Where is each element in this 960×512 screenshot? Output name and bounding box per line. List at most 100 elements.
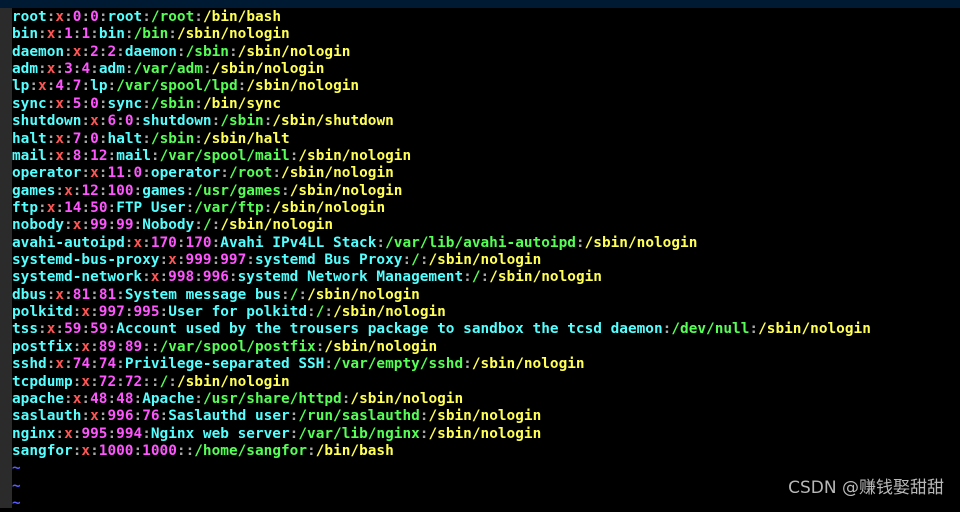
- field-separator: :: [211, 252, 221, 269]
- gecos-field: mail: [116, 147, 151, 164]
- field-separator: :: [324, 356, 334, 373]
- field-separator: :: [142, 165, 151, 182]
- field-separator: :: [307, 442, 316, 459]
- field-separator: :: [281, 286, 290, 303]
- field-separator: :: [64, 78, 73, 95]
- gid-field: 996: [202, 269, 229, 286]
- home-dir-field: /sbin: [150, 130, 195, 147]
- home-dir-field: /var/lib/nginx: [298, 425, 420, 442]
- uid-field: 12: [81, 182, 99, 199]
- gid-field: 0: [90, 130, 99, 147]
- watermark: CSDN @赚钱娶甜甜: [788, 478, 944, 498]
- home-dir-field: /: [411, 252, 420, 269]
- field-separator: :: [298, 286, 308, 303]
- field-separator: :: [150, 373, 160, 390]
- password-field: x: [133, 234, 143, 251]
- vim-editor-buffer[interactable]: root:x:0:0:root:/root:/bin/bash bin:x:1:1…: [12, 9, 960, 512]
- gecos-field: systemd Network Management: [237, 269, 464, 286]
- uid-field: 59: [64, 321, 82, 338]
- shell-field: /sbin/nologin: [428, 408, 542, 425]
- editor-gutter: [0, 8, 12, 508]
- field-separator: :: [176, 252, 186, 269]
- home-dir-field: /var/spool/postfix: [159, 338, 316, 355]
- shell-field: /sbin/nologin: [333, 304, 446, 321]
- field-separator: :: [38, 321, 47, 338]
- field-separator: :: [211, 234, 221, 251]
- uid-field: 997: [98, 304, 125, 321]
- gid-field: 50: [90, 199, 108, 216]
- shell-field: /sbin/nologin: [428, 425, 542, 442]
- field-separator: :: [176, 442, 186, 459]
- uid-field: 996: [107, 408, 134, 425]
- field-separator: :: [116, 43, 125, 60]
- passwd-line: lp:x:4:7:lp:/var/spool/lpd:/sbin/nologin: [12, 78, 960, 95]
- password-field: x: [81, 373, 91, 390]
- uid-field: 48: [90, 390, 108, 407]
- field-separator: :: [64, 43, 73, 60]
- passwd-line: apache:x:48:48:Apache:/usr/share/httpd:/…: [12, 391, 960, 408]
- passwd-line: tcpdump:x:72:72::/:/sbin/nologin: [12, 374, 960, 391]
- home-dir-field: /root: [228, 165, 273, 182]
- field-separator: :: [90, 304, 99, 321]
- field-separator: :: [272, 165, 282, 182]
- username-field: polkitd: [12, 304, 73, 321]
- passwd-line: tss:x:59:59:Account used by the trousers…: [12, 321, 960, 338]
- field-separator: :: [81, 321, 91, 338]
- uid-field: 99: [90, 217, 108, 234]
- home-dir-field: /run/saslauthd: [298, 408, 420, 425]
- field-separator: :: [575, 234, 585, 251]
- shell-field: /sbin/nologin: [298, 147, 412, 164]
- password-field: x: [55, 286, 65, 303]
- shell-field: /sbin/nologin: [211, 61, 325, 78]
- passwd-line: dbus:x:81:81:System message bus:/:/sbin/…: [12, 287, 960, 304]
- field-separator: :: [194, 217, 203, 234]
- password-field: x: [81, 442, 91, 459]
- field-separator: :: [185, 442, 195, 459]
- field-separator: :: [142, 373, 151, 390]
- field-separator: :: [64, 356, 73, 373]
- password-field: x: [55, 356, 65, 373]
- field-separator: :: [116, 286, 125, 303]
- field-separator: :: [168, 26, 177, 43]
- uid-field: 4: [55, 78, 65, 95]
- uid-field: 3: [64, 61, 73, 78]
- shell-field: /sbin/nologin: [220, 217, 334, 234]
- field-separator: :: [228, 43, 238, 60]
- uid-field: 89: [98, 338, 117, 355]
- gecos-field: Nobody: [142, 217, 195, 234]
- shell-field: /sbin/nologin: [428, 252, 542, 269]
- uid-field: 14: [64, 199, 82, 216]
- passwd-line: adm:x:3:4:adm:/var/adm:/sbin/nologin: [12, 61, 960, 78]
- field-separator: :: [376, 234, 386, 251]
- gid-field: 1: [81, 26, 91, 43]
- gid-field: 81: [98, 286, 117, 303]
- passwd-line: systemd-network:x:998:996:systemd Networ…: [12, 269, 960, 286]
- passwd-line: shutdown:x:6:0:shutdown:/sbin:/sbin/shut…: [12, 113, 960, 130]
- field-separator: :: [90, 26, 99, 43]
- passwd-line: sync:x:5:0:sync:/sbin:/bin/sync: [12, 96, 960, 113]
- gid-field: 48: [116, 390, 134, 407]
- passwd-line: ftp:x:14:50:FTP User:/var/ftp:/sbin/nolo…: [12, 200, 960, 217]
- field-separator: :: [480, 269, 490, 286]
- uid-field: 995: [81, 425, 108, 442]
- passwd-line: operator:x:11:0:operator:/root:/sbin/nol…: [12, 165, 960, 182]
- gecos-field: Account used by the trousers package to …: [116, 321, 663, 338]
- gid-field: 0: [133, 165, 143, 182]
- field-separator: :: [38, 199, 47, 216]
- username-field: nobody: [12, 217, 65, 234]
- password-field: x: [55, 130, 65, 147]
- gecos-field: Privilege-separated SSH: [124, 356, 325, 373]
- home-dir-field: /var/adm: [133, 61, 203, 78]
- username-field: systemd-bus-proxy: [12, 252, 160, 269]
- field-separator: :: [64, 9, 73, 25]
- field-separator: :: [64, 390, 73, 407]
- field-separator: :: [90, 442, 99, 459]
- field-separator: :: [81, 217, 91, 234]
- username-field: tss: [12, 321, 39, 338]
- home-dir-field: /: [159, 373, 169, 390]
- field-separator: :: [107, 425, 117, 442]
- field-separator: :: [107, 217, 117, 234]
- home-dir-field: /usr/games: [194, 182, 282, 199]
- field-separator: :: [168, 373, 177, 390]
- field-separator: :: [159, 304, 169, 321]
